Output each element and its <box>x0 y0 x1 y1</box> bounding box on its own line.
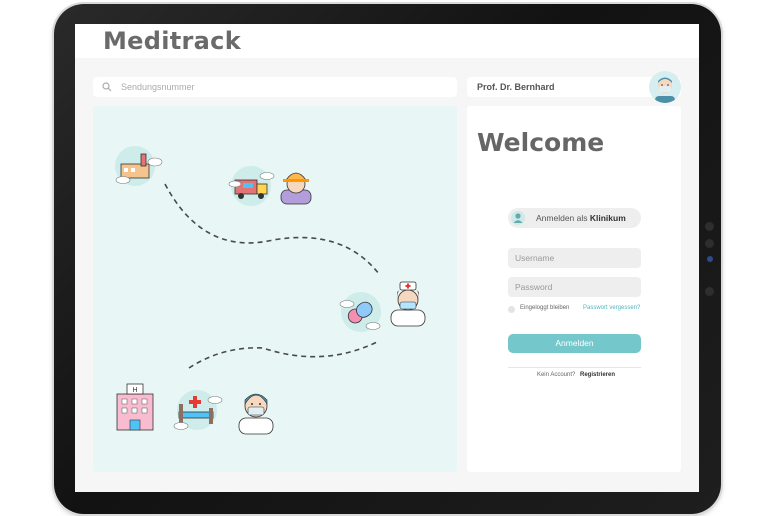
route-map: H <box>93 106 457 472</box>
svg-text:H: H <box>132 387 137 394</box>
role-name: Klinikum <box>589 213 626 223</box>
search-placeholder: Sendungsnummer <box>121 82 195 92</box>
login-panel: Welcome Anmelden als Klinikum Username P… <box>467 106 681 472</box>
route-illustration: H <box>115 146 426 435</box>
app-screen: Meditrack Sendungsnummer Prof. Dr. Bernh… <box>75 24 699 492</box>
worker-icon <box>280 172 312 205</box>
person-icon <box>511 211 525 225</box>
password-placeholder: Password <box>515 282 553 292</box>
factory-icon <box>115 146 163 186</box>
user-name: Prof. Dr. Bernhard <box>477 82 555 92</box>
remember-me-label[interactable]: Eingeloggt bleiben <box>520 305 569 311</box>
tablet-sensor <box>705 239 714 248</box>
doctor-icon <box>238 393 274 435</box>
register-link[interactable]: Registrieren <box>580 372 615 378</box>
top-bar: Meditrack <box>75 24 699 58</box>
hospital-icon: H <box>116 383 154 431</box>
pill-icon <box>339 292 381 332</box>
nurse-icon <box>390 281 426 327</box>
tablet-sensor-small <box>707 256 713 262</box>
login-button[interactable]: Anmelden <box>508 334 641 353</box>
tablet-sensor-bottom <box>705 287 714 296</box>
username-field[interactable]: Username <box>508 248 641 268</box>
password-field[interactable]: Password <box>508 277 641 297</box>
avatar[interactable] <box>649 71 681 103</box>
role-label: Anmelden als Klinikum <box>536 213 626 223</box>
register-row: Kein Account? Registrieren <box>508 363 641 381</box>
doctor-avatar-icon <box>655 77 675 103</box>
welcome-title: Welcome <box>477 128 605 157</box>
tablet-camera <box>705 222 714 231</box>
search-input[interactable]: Sendungsnummer <box>93 77 457 97</box>
brand-logo[interactable]: Meditrack <box>103 27 241 55</box>
role-selector[interactable]: Anmelden als Klinikum <box>508 208 641 228</box>
device-stage: Meditrack Sendungsnummer Prof. Dr. Bernh… <box>0 0 775 516</box>
remember-me-checkbox[interactable] <box>508 306 515 313</box>
no-account-text: Kein Account? <box>533 372 580 378</box>
forgot-password-link[interactable]: Passwort vergessen? <box>583 305 640 311</box>
search-icon <box>102 82 112 92</box>
username-placeholder: Username <box>515 253 555 263</box>
route-path-lower <box>188 341 378 369</box>
hospital-bed-icon <box>173 390 223 430</box>
route-path-upper <box>164 183 380 275</box>
delivery-truck-icon <box>228 166 275 206</box>
